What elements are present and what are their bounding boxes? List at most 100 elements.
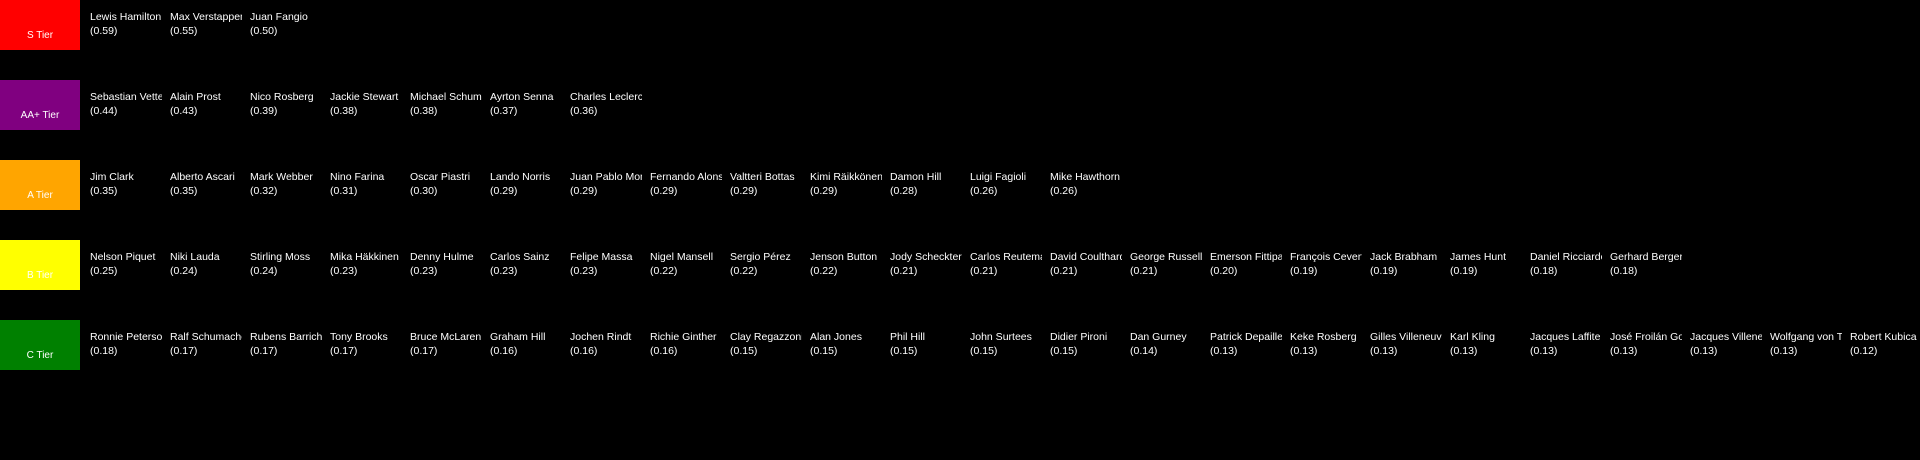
tier-item[interactable]: Keke Rosberg (0.13) bbox=[1290, 330, 1362, 358]
tier-item[interactable]: Denny Hulme (0.23) bbox=[410, 250, 482, 278]
tier-item[interactable]: Jacques Laffite (0.13) bbox=[1530, 330, 1602, 358]
tier-item-name: Niki Lauda bbox=[170, 251, 220, 263]
tier-item-name: Valtteri Bottas bbox=[730, 171, 795, 183]
tier-item[interactable]: Clay Regazzoni (0.15) bbox=[730, 330, 802, 358]
tier-item[interactable]: Gerhard Berger (0.18) bbox=[1610, 250, 1682, 278]
tier-item[interactable]: Jenson Button (0.22) bbox=[810, 250, 882, 278]
tier-item[interactable]: Luigi Fagioli (0.26) bbox=[970, 170, 1042, 198]
tier-item[interactable]: Jochen Rindt (0.16) bbox=[570, 330, 642, 358]
tier-item[interactable]: Michael Schumacher (0.38) bbox=[410, 90, 482, 118]
tier-item[interactable]: Juan Fangio (0.50) bbox=[250, 10, 322, 38]
tier-item[interactable]: Ralf Schumacher (0.17) bbox=[170, 330, 242, 358]
tier-item[interactable]: Kimi Räikkönen (0.29) bbox=[810, 170, 882, 198]
tier-item[interactable]: Nico Rosberg (0.39) bbox=[250, 90, 322, 118]
tier-item[interactable]: Damon Hill (0.28) bbox=[890, 170, 962, 198]
tier-item-name: Luigi Fagioli bbox=[970, 171, 1027, 183]
tier-item[interactable]: Sebastian Vettel (0.44) bbox=[90, 90, 162, 118]
tier-item[interactable]: Didier Pironi (0.15) bbox=[1050, 330, 1122, 358]
tier-item[interactable]: Felipe Massa (0.23) bbox=[570, 250, 642, 278]
tier-item-name: James Hunt bbox=[1450, 251, 1507, 263]
tier-item-score: (0.37) bbox=[490, 105, 518, 117]
tier-item[interactable]: Fernando Alonso (0.29) bbox=[650, 170, 722, 198]
tier-item[interactable]: David Coulthard (0.21) bbox=[1050, 250, 1122, 278]
tier-item[interactable]: Daniel Ricciardo (0.18) bbox=[1530, 250, 1602, 278]
tier-item[interactable]: James Hunt (0.19) bbox=[1450, 250, 1522, 278]
tier-item[interactable]: John Surtees (0.15) bbox=[970, 330, 1042, 358]
tier-item-name: Mike Hawthorn bbox=[1050, 171, 1121, 183]
tier-item[interactable]: Tony Brooks (0.17) bbox=[330, 330, 402, 358]
tier-item-name: Mika Häkkinen bbox=[330, 251, 399, 263]
tier-item[interactable]: Gilles Villeneuve (0.13) bbox=[1370, 330, 1442, 358]
tier-item[interactable]: Rubens Barrichello (0.17) bbox=[250, 330, 322, 358]
tier-item[interactable]: Richie Ginther (0.16) bbox=[650, 330, 722, 358]
tier-item-score: (0.21) bbox=[1130, 265, 1158, 277]
tier-item[interactable]: Nelson Piquet (0.25) bbox=[90, 250, 162, 278]
tier-row-c: C Tier Ronnie Peterson (0.18) Ralf Schumac… bbox=[0, 320, 1920, 370]
tier-item[interactable]: Max Verstappen (0.55) bbox=[170, 10, 242, 38]
tier-item-name: Ronnie Peterson bbox=[90, 331, 162, 343]
tier-label-a: A Tier bbox=[0, 160, 80, 210]
tier-item[interactable]: Emerson Fittipaldi (0.20) bbox=[1210, 250, 1282, 278]
tier-item[interactable]: Stirling Moss (0.24) bbox=[250, 250, 322, 278]
tier-item[interactable]: Alberto Ascari (0.35) bbox=[170, 170, 242, 198]
tier-item[interactable]: Jackie Stewart (0.38) bbox=[330, 90, 402, 118]
tier-item[interactable]: Oscar Piastri (0.30) bbox=[410, 170, 482, 198]
tier-item[interactable]: Robert Kubica (0.12) bbox=[1850, 330, 1920, 358]
tier-item[interactable]: Mark Webber (0.32) bbox=[250, 170, 322, 198]
tier-item-score: (0.25) bbox=[90, 265, 118, 277]
tier-item[interactable]: Alain Prost (0.43) bbox=[170, 90, 242, 118]
tier-item[interactable]: Nino Farina (0.31) bbox=[330, 170, 402, 198]
tier-item-name: Sebastian Vettel bbox=[90, 91, 162, 103]
tier-item[interactable]: Juan Pablo Montoya (0.29) bbox=[570, 170, 642, 198]
tier-item-score: (0.23) bbox=[410, 265, 438, 277]
tier-item[interactable]: Wolfgang von Trips (0.13) bbox=[1770, 330, 1842, 358]
tier-item[interactable]: Jody Scheckter (0.21) bbox=[890, 250, 962, 278]
tier-item[interactable]: Mika Häkkinen (0.23) bbox=[330, 250, 402, 278]
tier-item-score: (0.13) bbox=[1610, 345, 1638, 357]
tier-item[interactable]: Lando Norris (0.29) bbox=[490, 170, 562, 198]
tier-item[interactable]: Alan Jones (0.15) bbox=[810, 330, 882, 358]
tier-item-score: (0.13) bbox=[1210, 345, 1238, 357]
tier-item[interactable]: George Russell (0.21) bbox=[1130, 250, 1202, 278]
tier-item-score: (0.18) bbox=[1530, 265, 1558, 277]
tier-item-name: Carlos Sainz bbox=[490, 251, 550, 263]
tier-item[interactable]: Graham Hill (0.16) bbox=[490, 330, 562, 358]
tier-item-name: François Cevert bbox=[1290, 251, 1362, 263]
tier-item[interactable]: Valtteri Bottas (0.29) bbox=[730, 170, 802, 198]
tier-item[interactable]: Jack Brabham (0.19) bbox=[1370, 250, 1442, 278]
tier-item[interactable]: Dan Gurney (0.14) bbox=[1130, 330, 1202, 358]
tier-item-score: (0.15) bbox=[730, 345, 758, 357]
tier-item[interactable]: Mike Hawthorn (0.26) bbox=[1050, 170, 1122, 198]
tier-item-score: (0.38) bbox=[410, 105, 438, 117]
tier-item-score: (0.32) bbox=[250, 185, 278, 197]
tier-item-score: (0.21) bbox=[970, 265, 998, 277]
tier-item[interactable]: Karl Kling (0.13) bbox=[1450, 330, 1522, 358]
tier-item[interactable]: Sergio Pérez (0.22) bbox=[730, 250, 802, 278]
tier-item[interactable]: Patrick Depailler (0.13) bbox=[1210, 330, 1282, 358]
tier-item-score: (0.35) bbox=[90, 185, 118, 197]
tier-item-score: (0.59) bbox=[90, 25, 118, 37]
tier-item-name: Daniel Ricciardo bbox=[1530, 251, 1602, 263]
tier-item-score: (0.15) bbox=[810, 345, 838, 357]
tier-item-name: Patrick Depailler bbox=[1210, 331, 1282, 343]
tier-item-name: Clay Regazzoni bbox=[730, 331, 802, 343]
tier-item[interactable]: José Froilán González (0.13) bbox=[1610, 330, 1682, 358]
tier-item[interactable]: Carlos Reutemann (0.21) bbox=[970, 250, 1042, 278]
tier-item[interactable]: Lewis Hamilton (0.59) bbox=[90, 10, 162, 38]
tier-item[interactable]: Niki Lauda (0.24) bbox=[170, 250, 242, 278]
tier-item-score: (0.13) bbox=[1690, 345, 1718, 357]
tier-item-name: Dan Gurney bbox=[1130, 331, 1187, 343]
tier-item[interactable]: François Cevert (0.19) bbox=[1290, 250, 1362, 278]
tier-item-name: Jacques Laffite bbox=[1530, 331, 1601, 343]
tier-item-name: Sergio Pérez bbox=[730, 251, 791, 263]
tier-item[interactable]: Bruce McLaren (0.17) bbox=[410, 330, 482, 358]
tier-item[interactable]: Carlos Sainz (0.23) bbox=[490, 250, 562, 278]
tier-item[interactable]: Phil Hill (0.15) bbox=[890, 330, 962, 358]
tier-item[interactable]: Ayrton Senna (0.37) bbox=[490, 90, 562, 118]
tier-item[interactable]: Jacques Villeneuve (0.13) bbox=[1690, 330, 1762, 358]
tier-item[interactable]: Nigel Mansell (0.22) bbox=[650, 250, 722, 278]
tier-item[interactable]: Ronnie Peterson (0.18) bbox=[90, 330, 162, 358]
tier-item-score: (0.20) bbox=[1210, 265, 1238, 277]
tier-item[interactable]: Jim Clark (0.35) bbox=[90, 170, 162, 198]
tier-item[interactable]: Charles Leclerc (0.36) bbox=[570, 90, 642, 118]
